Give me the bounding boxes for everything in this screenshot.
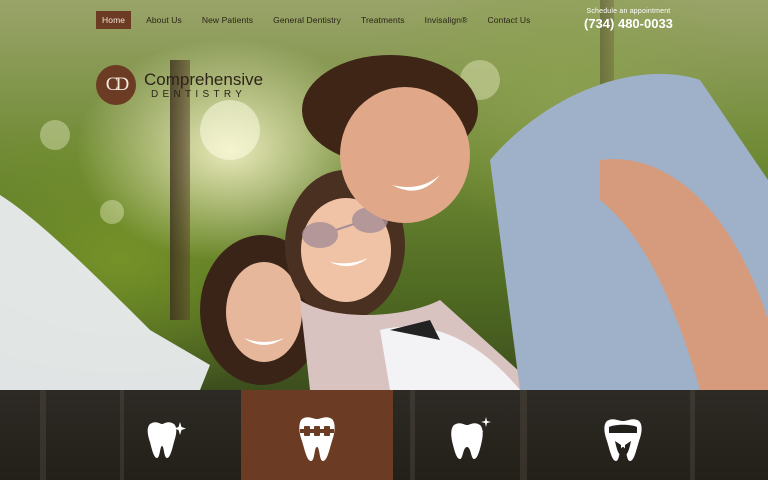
braces-tooth-icon	[299, 417, 335, 461]
logo-name: Comprehensive	[144, 69, 264, 89]
nav-about-us[interactable]: About Us	[141, 11, 187, 29]
nav-treatments[interactable]: Treatments	[356, 11, 410, 29]
nav-contact-us[interactable]: Contact Us	[482, 11, 535, 29]
appointment-label: Schedule an appointment	[586, 8, 671, 15]
hero-photo-people	[0, 55, 768, 390]
services-bar	[0, 390, 768, 480]
appointment-cta[interactable]: Schedule an appointment (734) 480-0033	[584, 8, 673, 31]
nav-general-dentistry[interactable]: General Dentistry	[268, 11, 346, 29]
whitening-tooth-icon	[451, 417, 491, 459]
nav-new-patients[interactable]: New Patients	[197, 11, 258, 29]
sparkling-tooth-icon	[147, 422, 186, 458]
site-logo[interactable]: CD Comprehensive DENTISTRY	[96, 65, 263, 105]
phone-number-link[interactable]: (734) 480-0033	[584, 16, 673, 31]
crown-tooth-icon	[604, 419, 642, 461]
logo-tagline: DENTISTRY	[151, 88, 247, 100]
logo-monogram: CD	[96, 65, 136, 105]
main-nav: Home About Us New Patients General Denti…	[96, 11, 536, 29]
service-tile-orthodontics[interactable]	[241, 390, 393, 480]
nav-home[interactable]: Home	[96, 11, 132, 29]
service-tile-cosmetic[interactable]	[88, 390, 240, 480]
service-tile-crowns[interactable]	[547, 390, 699, 480]
hero-banner: Home About Us New Patients General Denti…	[0, 0, 768, 390]
nav-invisalign[interactable]: Invisalign®	[420, 11, 473, 29]
service-tile-whitening[interactable]	[394, 390, 546, 480]
